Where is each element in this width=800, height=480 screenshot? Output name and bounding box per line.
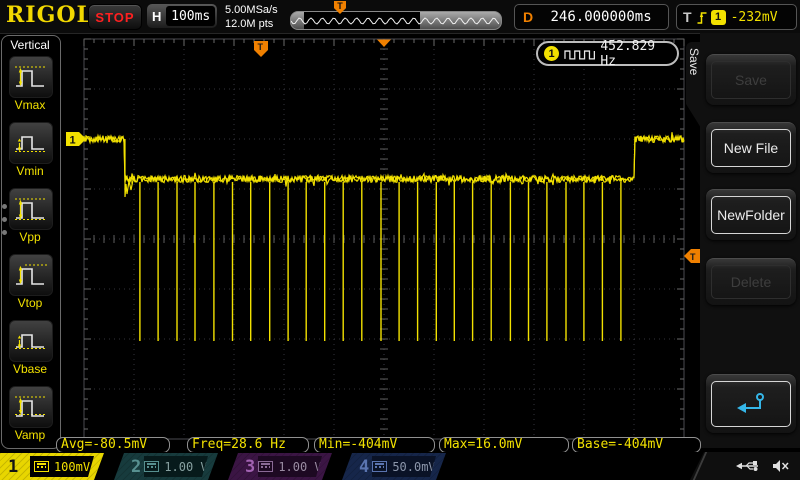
dc-coupling-icon bbox=[258, 461, 273, 472]
channel-number: 4 bbox=[359, 457, 369, 477]
return-arrow-icon bbox=[736, 391, 766, 417]
measurement-freq[interactable]: Freq=28.6 Hz bbox=[187, 437, 309, 453]
usb-icon bbox=[736, 459, 760, 473]
memory-depth: 12.0M pts bbox=[225, 17, 278, 31]
menu-item-vpp[interactable]: Vpp bbox=[0, 188, 60, 248]
menu-item-vtop[interactable]: Vtop bbox=[0, 254, 60, 314]
channel-status-bar: 1 100mV 2 1.00 V 3 1.00 V 4 50.0mV bbox=[0, 452, 800, 480]
delay-label: D bbox=[523, 9, 533, 25]
dc-coupling-icon bbox=[372, 461, 387, 472]
vamp-icon bbox=[9, 386, 53, 428]
new-file-button[interactable]: New File bbox=[706, 122, 796, 173]
timebase-readout[interactable]: H 100ms bbox=[147, 4, 217, 28]
memory-waveform-icon bbox=[291, 12, 499, 29]
trigger-center-marker bbox=[377, 40, 391, 48]
square-wave-icon bbox=[564, 47, 595, 61]
channel-number: 2 bbox=[131, 457, 141, 477]
menu-item-label: Vpp bbox=[0, 230, 60, 244]
trigger-source-chip: 1 bbox=[711, 10, 726, 25]
vertical-menu-title: Vertical bbox=[2, 38, 58, 52]
menu-item-label: Vamp bbox=[0, 428, 60, 442]
sample-rate: 5.00MSa/s bbox=[225, 3, 278, 17]
menu-item-label: Vmin bbox=[0, 164, 60, 178]
return-button[interactable] bbox=[706, 374, 796, 433]
save-button-label: Save bbox=[711, 61, 791, 99]
dc-coupling-icon bbox=[34, 461, 49, 472]
save-button[interactable]: Save bbox=[706, 54, 796, 105]
menu-item-vbase[interactable]: Vbase bbox=[0, 320, 60, 380]
run-state-indicator: STOP bbox=[88, 4, 142, 30]
menu-item-vmin[interactable]: Vmin bbox=[0, 122, 60, 182]
timebase-label: H bbox=[147, 9, 166, 24]
vmin-icon bbox=[9, 122, 53, 164]
measurement-max[interactable]: Max=16.0mV bbox=[439, 437, 569, 453]
trigger-label: T bbox=[683, 9, 692, 25]
menu-item-vamp[interactable]: Vamp bbox=[0, 386, 60, 446]
svg-text:1: 1 bbox=[70, 135, 76, 147]
channel-3-indicator[interactable]: 3 1.00 V bbox=[228, 453, 340, 480]
new-folder-button-label: NewFolder bbox=[711, 196, 791, 234]
menu-item-label: Vtop bbox=[0, 296, 60, 310]
measurement-min[interactable]: Min=-404mV bbox=[314, 437, 435, 453]
menu-page-dot bbox=[2, 217, 7, 222]
new-file-button-label: New File bbox=[711, 129, 791, 167]
dc-coupling-icon bbox=[144, 461, 159, 472]
channel-scale: 50.0mV bbox=[392, 460, 435, 474]
counter-value: 452.829 Hz bbox=[600, 39, 677, 69]
trigger-level-value: -232mV bbox=[731, 10, 778, 25]
delete-button[interactable]: Delete bbox=[706, 258, 796, 305]
trigger-position-marker[interactable]: T bbox=[254, 41, 268, 57]
counter-channel-chip: 1 bbox=[544, 46, 559, 61]
measurement-base[interactable]: Base=-404mV bbox=[572, 437, 701, 453]
channel-scale: 1.00 V bbox=[278, 460, 321, 474]
trigger-readout[interactable]: T 1 -232mV bbox=[676, 4, 797, 30]
menu-page-dot bbox=[2, 204, 7, 209]
channel-number: 3 bbox=[245, 457, 255, 477]
measurement-avg[interactable]: Avg=-80.5mV bbox=[56, 437, 170, 453]
channel-1-indicator[interactable]: 1 100mV bbox=[0, 453, 112, 480]
menu-tab-label: Save bbox=[687, 48, 701, 75]
rising-edge-trigger-icon bbox=[696, 9, 708, 26]
vmax-icon bbox=[9, 56, 53, 98]
vtop-icon bbox=[9, 254, 53, 296]
new-folder-button[interactable]: NewFolder bbox=[706, 189, 796, 240]
channel-scale: 100mV bbox=[54, 460, 90, 474]
channel-scale: 1.00 V bbox=[164, 460, 207, 474]
memory-position-bar[interactable] bbox=[290, 11, 502, 30]
channel-number: 1 bbox=[8, 457, 18, 477]
channel-2-indicator[interactable]: 2 1.00 V bbox=[114, 453, 226, 480]
sound-muted-icon bbox=[772, 459, 790, 473]
menu-page-dot bbox=[2, 230, 7, 235]
timebase-value: 100ms bbox=[166, 6, 215, 26]
delay-readout[interactable]: D 246.000000ms bbox=[514, 4, 669, 30]
vpp-icon bbox=[9, 188, 53, 230]
svg-text:T: T bbox=[258, 42, 264, 52]
menu-item-label: Vbase bbox=[0, 362, 60, 376]
brand-logo: RIGOL bbox=[6, 2, 93, 28]
trigger-level-marker[interactable]: T bbox=[684, 249, 700, 263]
ch1-ground-marker[interactable]: 1 bbox=[66, 132, 86, 147]
channel-4-indicator[interactable]: 4 50.0mV bbox=[342, 453, 454, 480]
scope-display: 1 T T bbox=[0, 0, 800, 480]
header-bar: RIGOL STOP H 100ms 5.00MSa/s 12.0M pts T… bbox=[0, 0, 800, 34]
svg-text:T: T bbox=[690, 252, 696, 262]
delay-value: 246.000000ms bbox=[540, 9, 668, 25]
status-icon-area bbox=[690, 452, 800, 480]
acquisition-readout: 5.00MSa/s 12.0M pts bbox=[225, 3, 278, 31]
menu-item-label: Vmax bbox=[0, 98, 60, 112]
delete-button-label: Delete bbox=[711, 265, 791, 299]
menu-item-vmax[interactable]: Vmax bbox=[0, 56, 60, 116]
frequency-counter: 1 452.829 Hz bbox=[536, 41, 679, 66]
vbase-icon bbox=[9, 320, 53, 362]
